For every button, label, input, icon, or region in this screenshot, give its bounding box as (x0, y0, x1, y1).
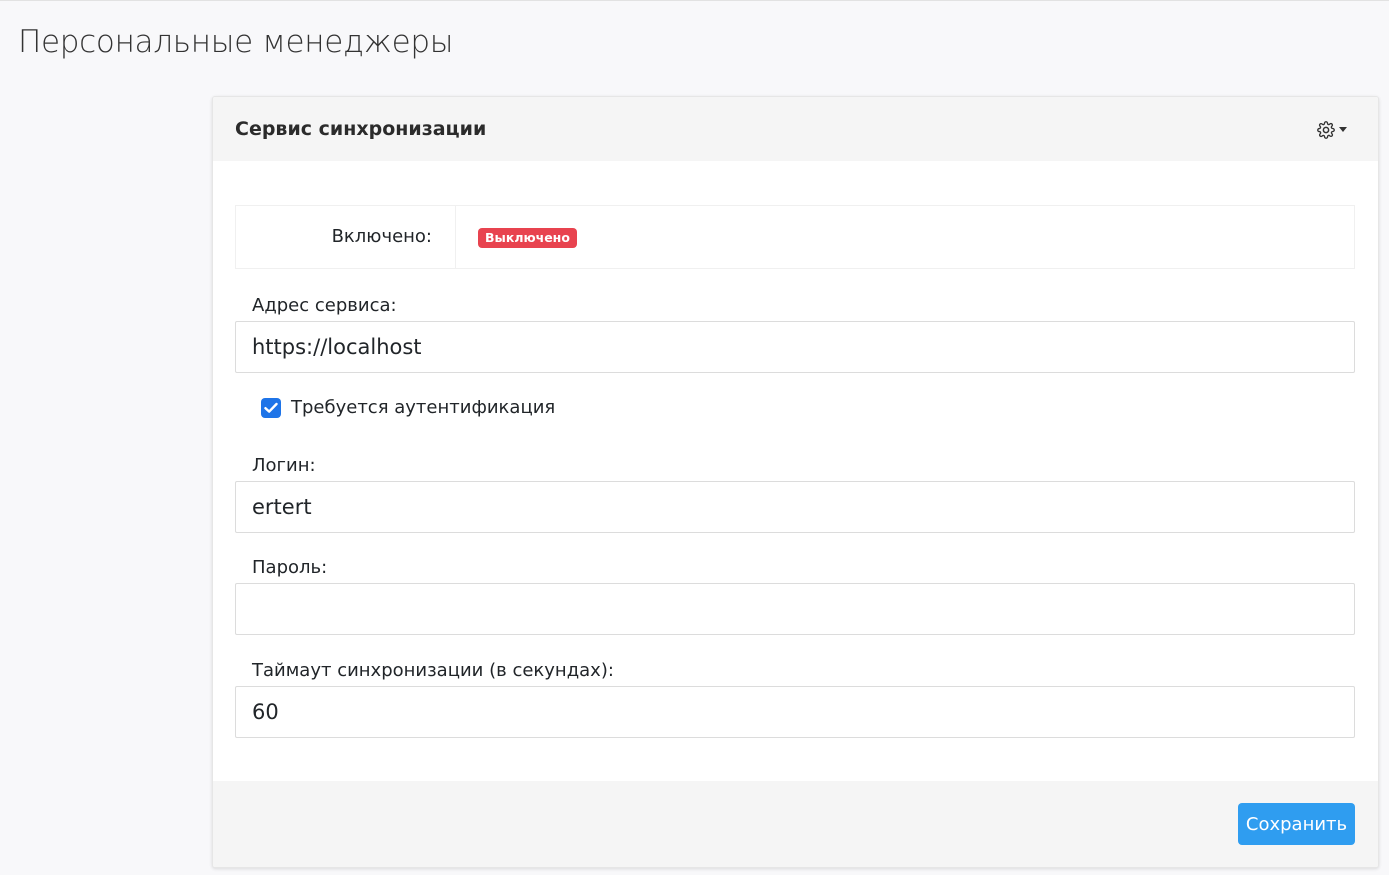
status-row: Включено: Выключено (235, 205, 1355, 269)
auth-required-label: Требуется аутентификация (291, 397, 556, 418)
chevron-down-icon (1339, 127, 1347, 132)
top-divider (0, 0, 1389, 1)
gear-icon (1317, 121, 1335, 139)
card-title: Сервис синхронизации (235, 118, 487, 140)
check-icon (264, 402, 278, 413)
status-badge: Выключено (478, 228, 577, 248)
timeout-label: Таймаут синхронизации (в секундах): (252, 660, 614, 681)
login-label: Логин: (252, 455, 316, 476)
auth-required-checkbox[interactable] (261, 398, 281, 418)
card-header: Сервис синхронизации (213, 97, 1378, 161)
password-label: Пароль: (252, 557, 328, 578)
service-address-input[interactable] (235, 321, 1355, 373)
password-input[interactable] (235, 583, 1355, 635)
save-button[interactable]: Сохранить (1238, 803, 1355, 845)
page-title: Персональные менеджеры (18, 24, 454, 60)
card-footer: Сохранить (213, 781, 1378, 867)
status-divider (455, 206, 456, 268)
service-address-label: Адрес сервиса: (252, 295, 397, 316)
enabled-label: Включено: (331, 226, 432, 247)
timeout-input[interactable] (235, 686, 1355, 738)
sync-service-card: Сервис синхронизации Включено: Выключено… (212, 96, 1379, 868)
settings-dropdown-button[interactable] (1317, 119, 1353, 141)
login-input[interactable] (235, 481, 1355, 533)
